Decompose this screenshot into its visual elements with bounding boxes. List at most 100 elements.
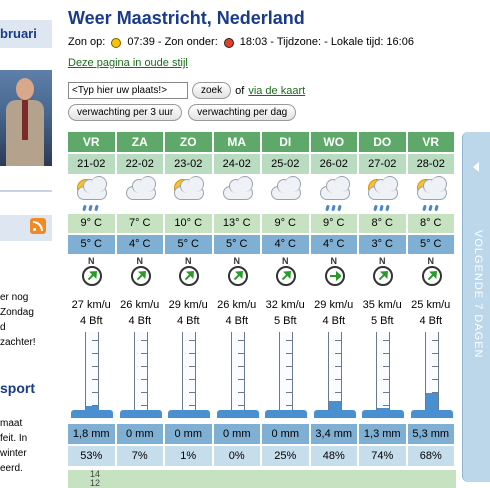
cloud-icon	[117, 176, 164, 212]
sun-cloud-rain-icon	[359, 176, 406, 212]
rain-amount-cell: 0 mm	[165, 424, 212, 444]
sidebar-header[interactable]: bruari	[0, 20, 52, 48]
rain-amount-cell: 3,4 mm	[310, 424, 357, 444]
rain-gauge-tube	[327, 332, 342, 414]
wind-bft-cell: 4 Bft	[79, 315, 103, 327]
rain-gauge-tube	[376, 332, 390, 414]
sidebar-divider	[0, 190, 52, 192]
rain-gauge-base	[71, 410, 113, 418]
wind-bft-cell: 4 Bft	[128, 315, 152, 327]
gauge-tick	[92, 392, 98, 393]
compass-north-label: N	[427, 256, 435, 266]
gauge-tick	[383, 392, 389, 393]
rain-amount-cell: 1,3 mm	[359, 424, 406, 444]
gauge-tick	[140, 366, 147, 367]
gauge-tick	[140, 379, 147, 380]
rain-gauge-base	[168, 410, 210, 418]
sidebar-text-line: winter	[0, 448, 27, 459]
date-row: 21-02 22-02 23-02 24-02 25-02 26-02 27-02 28-02	[68, 154, 456, 174]
rain-drops-icon	[421, 202, 442, 212]
wind-direction-arrow	[184, 271, 194, 281]
sun-cloud-rain-icon	[408, 176, 455, 212]
forecast-3hour-button[interactable]: verwachting per 3 uur	[68, 104, 183, 121]
rain-gauge-cell	[311, 330, 358, 422]
compass-north-label: N	[282, 256, 289, 266]
min-temp-row: 5° C 4° C 5° C 5° C 4° C 4° C 3° C 5° C	[68, 235, 456, 254]
wind-direction-cell: N	[359, 256, 406, 296]
wind-direction-cell: N	[262, 256, 309, 296]
sidebar-text-line: eerd.	[0, 463, 23, 474]
weather-icon-cell	[117, 176, 164, 212]
place-search-input[interactable]	[68, 82, 188, 99]
wind-bft-cell: 4 Bft	[322, 315, 346, 327]
wind-direction-arrow	[87, 271, 97, 281]
rain-amount-row: 1,8 mm 0 mm 0 mm 0 mm 0 mm 3,4 mm 1,3 mm 5,3 mm	[68, 424, 456, 444]
gauge-tick	[189, 353, 195, 354]
min-temp-cell: 5° C	[213, 235, 260, 254]
rain-gauge-base	[313, 410, 356, 418]
gauge-tick	[431, 353, 438, 354]
gauge-tick	[286, 405, 292, 406]
sidebar-text-line: d	[0, 322, 6, 333]
gauge-tick	[237, 392, 244, 393]
wind-speed-cell: 35 km/u	[362, 299, 402, 311]
weather-icon-cell	[68, 176, 115, 212]
gauge-tick	[431, 366, 438, 367]
wind-speed-cell: 27 km/u	[71, 299, 111, 311]
date-cell: 25-02	[262, 154, 309, 174]
cloud-icon	[262, 176, 309, 212]
rain-amount-cell: 1,8 mm	[68, 424, 115, 444]
map-link[interactable]: via de kaart	[248, 85, 305, 97]
forecast-mode-buttons: verwachting per 3 uur verwachting per da…	[68, 104, 297, 121]
rain-gauge-tube	[85, 332, 99, 414]
gauge-tick	[189, 405, 195, 406]
weather-icon-cell	[311, 176, 358, 212]
rain-chance-cell: 1%	[165, 446, 212, 466]
rain-gauge-cell	[359, 330, 406, 422]
wind-direction-cell: N	[214, 256, 261, 296]
sunrise-time: 07:39	[127, 36, 155, 48]
gauge-tick	[383, 379, 389, 380]
gauge-tick	[140, 392, 147, 393]
presenter-photo[interactable]	[0, 70, 52, 166]
rain-gauge-tube	[182, 332, 196, 414]
gauge-tick	[237, 405, 244, 406]
max-temp-cell: 9° C	[262, 214, 309, 233]
bottom-number: 12	[90, 478, 101, 488]
weather-icon-cell	[214, 176, 261, 212]
wind-speed-cell: 32 km/u	[265, 299, 305, 311]
wind-arrow-icon	[373, 266, 393, 286]
next-7-days-tab[interactable]: VOLGENDE 7 DAGEN	[462, 132, 490, 482]
date-cell: 23-02	[165, 154, 212, 174]
rain-gauge-base	[216, 410, 259, 418]
rss-icon[interactable]	[30, 218, 46, 234]
day-cell: MA	[213, 132, 260, 152]
wind-direction-cell: N	[117, 256, 164, 296]
wind-arrow-icon	[130, 266, 151, 286]
wind-speed-cell: 29 km/u	[168, 299, 208, 311]
rain-chance-row: 53% 7% 1% 0% 25% 48% 74% 68%	[68, 446, 456, 466]
wind-direction-cell: N	[408, 256, 455, 296]
gauge-tick	[286, 379, 292, 380]
timezone-label: - Tijdzone: - Lokale tijd:	[270, 36, 384, 48]
wind-bft-cell: 4 Bft	[419, 315, 443, 327]
gauge-tick	[92, 379, 98, 380]
gauge-tick	[286, 353, 292, 354]
cloud-rain-icon	[311, 176, 358, 212]
max-temp-cell: 13° C	[213, 214, 260, 233]
wind-direction-arrow	[378, 271, 388, 281]
min-temp-cell: 4° C	[310, 235, 357, 254]
max-temp-cell: 9° C	[68, 214, 115, 233]
gauge-tick	[237, 340, 244, 341]
sunrise-icon	[108, 36, 124, 48]
day-row: VR ZA ZO MA DI WO DO VR	[68, 132, 456, 152]
day-cell: VR	[68, 132, 115, 152]
forecast-day-button[interactable]: verwachting per dag	[188, 104, 297, 121]
old-style-link[interactable]: Deze pagina in oude stijl	[68, 57, 188, 69]
search-button[interactable]: zoek	[192, 82, 232, 99]
sidebar-sport-heading[interactable]: sport	[0, 380, 35, 396]
cloud-icon	[174, 176, 204, 200]
rain-gauge-base	[362, 410, 404, 418]
min-temp-cell: 5° C	[165, 235, 212, 254]
compass-north-label: N	[88, 256, 95, 266]
